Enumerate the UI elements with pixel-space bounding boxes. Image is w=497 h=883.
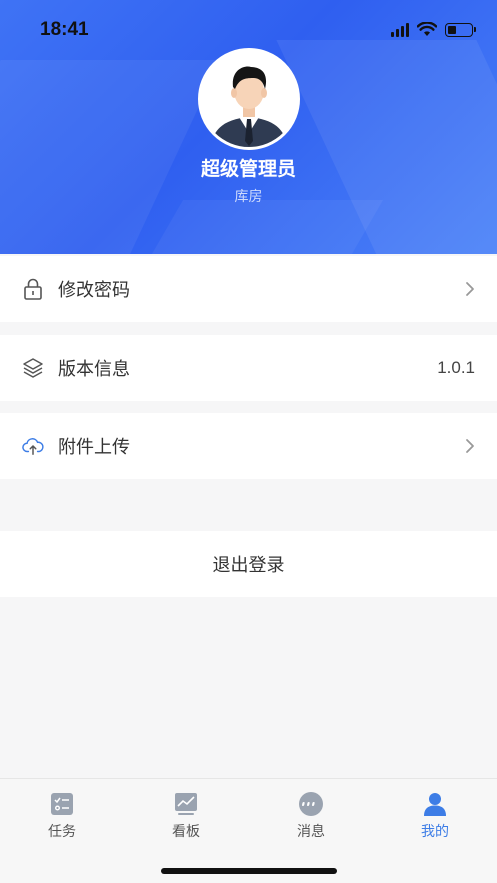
user-name: 超级管理员 [200, 158, 296, 180]
person-icon [424, 793, 446, 816]
header-decoration [136, 200, 384, 254]
cloud-upload-icon [22, 435, 44, 457]
version-number: 1.0.1 [437, 358, 475, 377]
layers-icon [22, 357, 44, 379]
change-password-item[interactable]: 修改密码 [0, 256, 497, 322]
status-icons [391, 22, 476, 37]
tab-label: 看板 [172, 824, 200, 840]
user-department: 库房 [234, 189, 263, 205]
status-time: 18:41 [40, 19, 89, 40]
attachment-upload-item[interactable]: 附件上传 [0, 413, 497, 479]
logout-button[interactable]: 退出登录 [0, 531, 497, 597]
version-info-item[interactable]: 版本信息 1.0.1 [0, 335, 497, 401]
cellular-signal-icon [391, 22, 409, 37]
lock-icon [22, 278, 44, 300]
battery-icon [445, 22, 476, 37]
tab-label: 任务 [48, 824, 76, 840]
tab-messages[interactable]: 消息 [249, 791, 373, 841]
home-indicator[interactable] [161, 868, 337, 874]
chevron-right-icon [466, 439, 474, 453]
wifi-icon [417, 22, 437, 36]
tab-tasks[interactable]: 任务 [0, 791, 124, 841]
attachment-upload-label: 附件上传 [58, 437, 130, 458]
tab-dashboard[interactable]: 看板 [124, 791, 248, 841]
avatar[interactable] [198, 48, 300, 150]
user-avatar-illustration [201, 51, 297, 147]
tab-mine[interactable]: 我的 [373, 791, 497, 841]
tab-label: 我的 [421, 824, 449, 840]
task-list-icon [51, 793, 73, 815]
logout-label: 退出登录 [212, 555, 285, 576]
version-info-label: 版本信息 [58, 359, 130, 380]
message-bubble-icon [299, 792, 323, 816]
dashboard-chart-icon [175, 793, 197, 815]
tab-label: 消息 [297, 824, 325, 840]
change-password-label: 修改密码 [58, 280, 130, 301]
chevron-right-icon [466, 282, 474, 296]
